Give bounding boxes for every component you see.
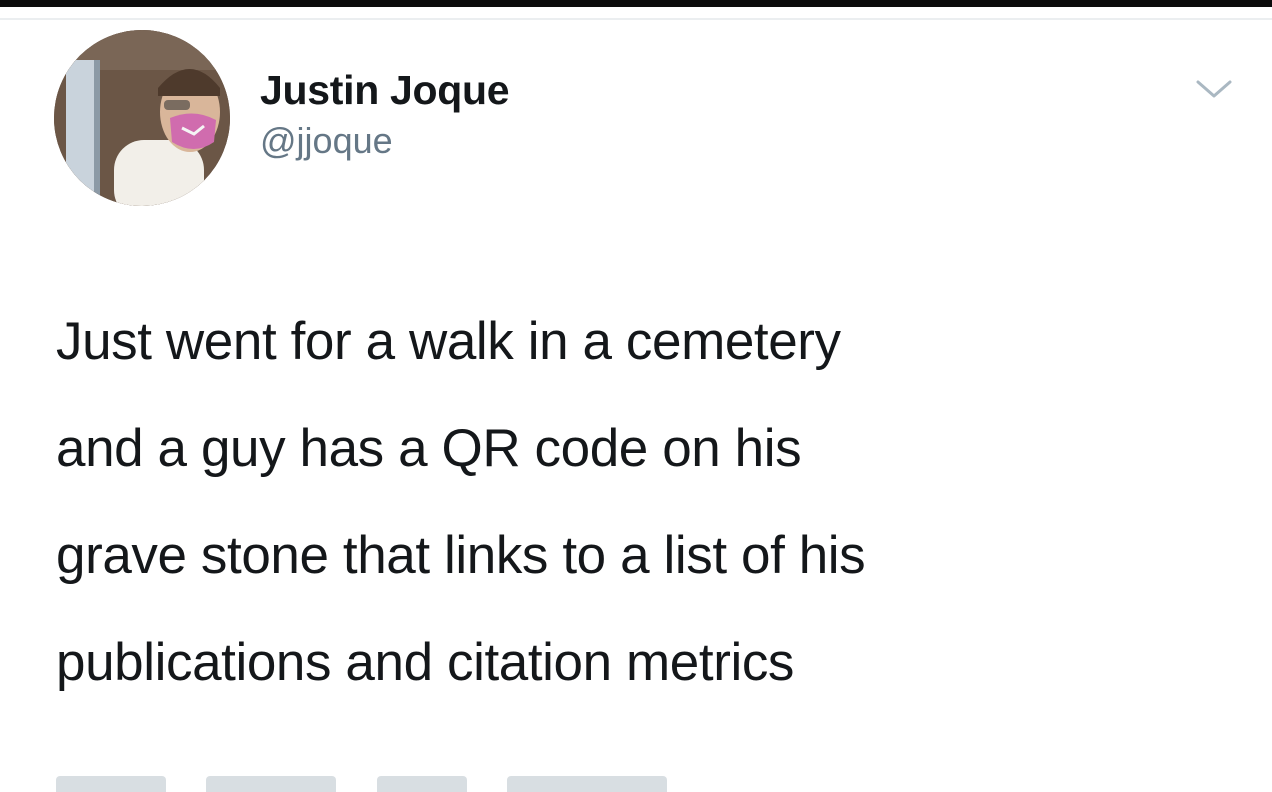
meta-fragment [507,776,668,792]
chevron-down-icon [1196,80,1232,98]
meta-fragment [376,776,467,792]
tweet-text-line: grave stone that links to a list of his [56,526,866,585]
tweet-text-line: publications and citation metrics [56,633,795,692]
author-handle[interactable]: @jjoque [260,118,509,164]
tweet-header: Justin Joque @jjoque [54,30,1234,208]
meta-fragment [56,776,166,792]
divider [0,18,1272,20]
profile-photo-icon [54,30,230,206]
tweet-text: Just went for a walk in a cemetery and a… [56,288,1216,716]
avatar[interactable] [54,30,230,206]
tweet-menu-button[interactable] [1194,76,1234,102]
author-block[interactable]: Justin Joque @jjoque [260,66,510,164]
author-display-name[interactable]: Justin Joque [260,66,510,114]
meta-fragment [206,776,337,792]
tweet-meta-cropped [56,776,1056,792]
top-bar [0,0,1272,7]
tweet-screenshot: Justin Joque @jjoque Just went for a wal… [0,0,1272,792]
tweet-text-line: and a guy has a QR code on his [56,419,802,478]
tweet-text-line: Just went for a walk in a cemetery [56,312,841,371]
